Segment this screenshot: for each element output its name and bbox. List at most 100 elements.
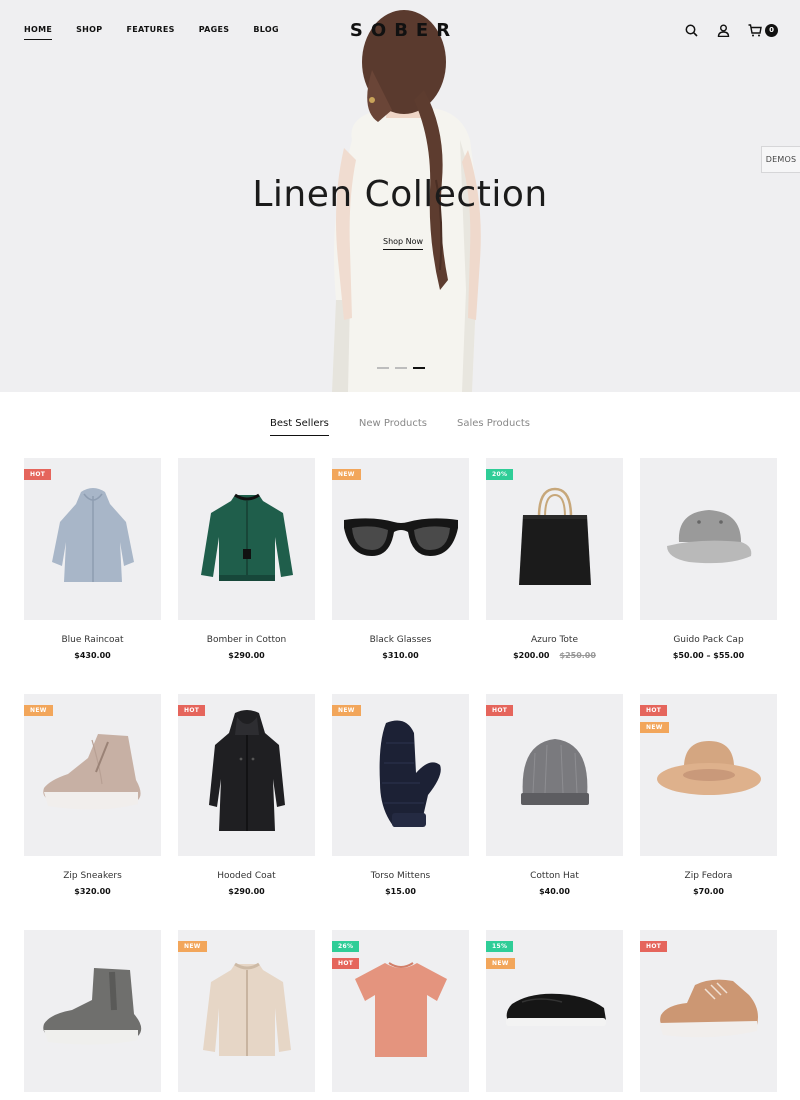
product-badge: 26%	[332, 941, 360, 952]
hooded-coat-icon	[207, 709, 287, 841]
tab-best-sellers[interactable]: Best Sellers	[269, 418, 329, 436]
slip-on-icon	[500, 984, 610, 1038]
tab-sales-products[interactable]: Sales Products	[457, 418, 530, 429]
product-name[interactable]: Blue Raincoat	[24, 635, 161, 645]
badge-group: HOT NEW	[640, 705, 669, 733]
current-price: $310.00	[382, 651, 419, 660]
slider-dots	[377, 367, 425, 369]
product-card[interactable]: 20% Azuro Tote $200.00 $250.00	[486, 458, 623, 694]
product-card[interactable]: HOT Blue Raincoat $430.00	[24, 458, 161, 694]
slider-dot-active[interactable]	[413, 367, 425, 369]
slider-dot[interactable]	[377, 367, 389, 369]
product-image[interactable]: NEW	[332, 458, 469, 620]
product-badge: NEW	[486, 958, 515, 969]
product-image[interactable]	[640, 458, 777, 620]
badge-group: HOT	[178, 705, 206, 716]
product-card[interactable]: NEW Zip Sneakers $320.00	[24, 694, 161, 930]
logo[interactable]: SOBER	[0, 20, 800, 41]
product-badge: HOT	[640, 705, 668, 716]
current-price: $40.00	[539, 887, 570, 896]
search-icon[interactable]	[683, 22, 699, 38]
fedora-icon	[654, 733, 764, 817]
product-name[interactable]: Zip Fedora	[640, 871, 777, 881]
product-card[interactable]: Bomber in Cotton $290.00	[178, 458, 315, 694]
product-name[interactable]: Guido Pack Cap	[640, 635, 777, 645]
current-price: $290.00	[228, 651, 265, 660]
product-card[interactable]: NEW	[178, 930, 315, 1092]
badge-group: NEW	[178, 941, 207, 952]
product-image[interactable]: NEW	[24, 694, 161, 856]
product-image[interactable]	[178, 458, 315, 620]
product-image[interactable]: NEW	[178, 930, 315, 1092]
product-badge: NEW	[178, 941, 207, 952]
product-badge: 20%	[486, 469, 514, 480]
current-price: $320.00	[74, 887, 111, 896]
product-badge: NEW	[24, 705, 53, 716]
tab-new-products[interactable]: New Products	[359, 418, 427, 429]
product-card[interactable]: NEW Torso Mittens $15.00	[332, 694, 469, 930]
sneaker-icon	[38, 728, 148, 822]
product-badge: HOT	[486, 705, 514, 716]
product-card[interactable]: Guido Pack Cap $50.00 – $55.00	[640, 458, 777, 694]
product-image[interactable]: 15% NEW	[486, 930, 623, 1092]
product-price: $310.00	[332, 651, 469, 660]
product-price: $15.00	[332, 887, 469, 896]
product-name[interactable]: Hooded Coat	[178, 871, 315, 881]
product-badge: HOT	[640, 941, 668, 952]
product-name[interactable]: Azuro Tote	[486, 635, 623, 645]
product-card[interactable]	[24, 930, 161, 1092]
product-price: $200.00 $250.00	[486, 651, 623, 660]
product-card[interactable]: NEW Black Glasses $310.00	[332, 458, 469, 694]
product-image[interactable]: NEW	[332, 694, 469, 856]
product-name[interactable]: Torso Mittens	[332, 871, 469, 881]
product-card[interactable]: HOT Cotton Hat $40.00	[486, 694, 623, 930]
old-price: $250.00	[559, 651, 596, 660]
current-price: $200.00	[513, 651, 550, 660]
demos-button[interactable]: DEMOS	[761, 146, 800, 173]
product-card[interactable]: HOT Hooded Coat $290.00	[178, 694, 315, 930]
product-image[interactable]: 20%	[486, 458, 623, 620]
cart-count-badge: 0	[765, 23, 778, 37]
product-card[interactable]: 26% HOT	[332, 930, 469, 1092]
product-name[interactable]: Cotton Hat	[486, 871, 623, 881]
product-image[interactable]: HOT	[24, 458, 161, 620]
product-name[interactable]: Bomber in Cotton	[178, 635, 315, 645]
tshirt-icon	[349, 957, 453, 1065]
cart-button[interactable]: 0	[747, 22, 778, 38]
product-badge: NEW	[332, 705, 361, 716]
user-icon[interactable]	[715, 22, 731, 38]
jacket-icon	[199, 487, 295, 591]
product-badge: NEW	[332, 469, 361, 480]
product-name[interactable]: Black Glasses	[332, 635, 469, 645]
badge-group: 20%	[486, 469, 514, 480]
product-name[interactable]: Zip Sneakers	[24, 871, 161, 881]
cart-icon	[747, 22, 763, 38]
product-price: $50.00 – $55.00	[640, 651, 777, 660]
product-image[interactable]: HOT	[640, 930, 777, 1092]
beanie-icon	[515, 733, 595, 817]
suede-shoe-icon	[653, 969, 765, 1053]
product-price: $40.00	[486, 887, 623, 896]
chelsea-boot-icon	[38, 964, 148, 1058]
product-image[interactable]: HOT NEW	[640, 694, 777, 856]
product-card[interactable]: HOT	[640, 930, 777, 1092]
current-price: $15.00	[385, 887, 416, 896]
header-actions: 0	[683, 22, 778, 38]
slider-dot[interactable]	[395, 367, 407, 369]
product-image[interactable]: HOT	[486, 694, 623, 856]
product-card[interactable]: HOT NEW Zip Fedora $70.00	[640, 694, 777, 930]
badge-group: HOT	[486, 705, 514, 716]
badge-group: NEW	[332, 705, 361, 716]
current-price: $430.00	[74, 651, 111, 660]
product-image[interactable]	[24, 930, 161, 1092]
tote-bag-icon	[515, 485, 595, 593]
hero-title: Linen Collection	[252, 174, 548, 215]
product-tabs: Best Sellers New Products Sales Products	[0, 418, 800, 436]
current-price: $50.00 – $55.00	[672, 651, 745, 660]
product-image[interactable]: 26% HOT	[332, 930, 469, 1092]
product-image[interactable]: HOT	[178, 694, 315, 856]
current-price: $70.00	[693, 887, 724, 896]
product-price: $290.00	[178, 887, 315, 896]
product-card[interactable]: 15% NEW	[486, 930, 623, 1092]
shop-now-link[interactable]: Shop Now	[383, 237, 424, 250]
